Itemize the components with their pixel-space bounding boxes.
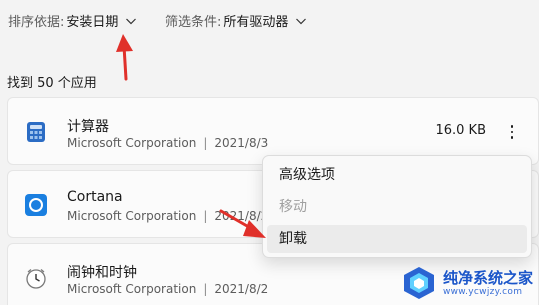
more-dot bbox=[510, 136, 514, 139]
filter-label: 筛选条件: bbox=[165, 15, 222, 30]
app-publisher: Microsoft Corporation bbox=[67, 209, 197, 223]
context-menu: 高级选项 移动 卸载 bbox=[262, 155, 532, 258]
watermark-url: www.ycwjzy.com bbox=[442, 286, 523, 297]
filter-value: 所有驱动器 bbox=[223, 15, 289, 30]
app-publisher: Microsoft Corporation bbox=[67, 282, 197, 296]
more-dot bbox=[510, 130, 514, 134]
menu-item-uninstall[interactable]: 卸载 bbox=[267, 225, 527, 253]
meta-separator: | bbox=[203, 209, 208, 223]
more-dot bbox=[510, 125, 514, 128]
chevron-down-icon bbox=[126, 18, 137, 24]
sort-dropdown[interactable]: 排序依据: 安装日期 bbox=[8, 11, 137, 30]
apps-found-count: 找到 50 个应用 bbox=[7, 76, 97, 91]
annotation-arrow-right bbox=[219, 209, 266, 238]
sort-value: 安装日期 bbox=[66, 15, 119, 30]
alarm-clock-icon bbox=[26, 269, 46, 289]
app-install-date: 2021/8/3 bbox=[214, 136, 269, 150]
menu-item-move[interactable]: 移动 bbox=[267, 193, 527, 221]
filter-dropdown[interactable]: 筛选条件: 所有驱动器 bbox=[165, 11, 307, 30]
calculator-icon bbox=[27, 122, 45, 142]
chevron-down-icon bbox=[296, 18, 307, 24]
site-watermark: 纯净系统之家 www.ycwjzy.com bbox=[401, 265, 533, 301]
meta-separator: | bbox=[203, 282, 208, 296]
more-options-button[interactable] bbox=[502, 120, 522, 144]
app-meta: Microsoft Corporation | 2021/8/3 bbox=[67, 136, 268, 150]
app-name: Cortana bbox=[67, 189, 123, 205]
app-name: 计算器 bbox=[67, 119, 109, 135]
app-install-date: 2021/8/2 bbox=[214, 282, 269, 296]
sort-label: 排序依据: bbox=[8, 15, 65, 30]
filter-bar: 排序依据: 安装日期 筛选条件: 所有驱动器 bbox=[0, 0, 539, 40]
app-publisher: Microsoft Corporation bbox=[67, 136, 197, 150]
meta-separator: | bbox=[203, 136, 208, 150]
annotation-arrow-up bbox=[116, 34, 133, 81]
app-name: 闹钟和时钟 bbox=[67, 265, 137, 281]
app-size: 16.0 KB bbox=[435, 123, 486, 138]
menu-item-advanced-options[interactable]: 高级选项 bbox=[267, 161, 527, 189]
watermark-title: 纯净系统之家 bbox=[442, 268, 533, 287]
app-meta: Microsoft Corporation | 2021/8/2 bbox=[67, 282, 268, 296]
watermark-logo-icon bbox=[403, 267, 434, 299]
cortana-icon bbox=[25, 194, 47, 216]
